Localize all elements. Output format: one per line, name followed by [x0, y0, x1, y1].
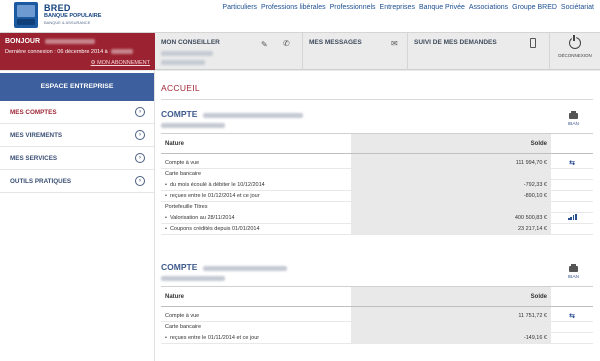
table-row[interactable]: Compte à vue 11 751,72 € ⇆: [161, 310, 593, 322]
chevron-right-icon: ›: [135, 153, 145, 163]
masked-username: [44, 38, 95, 44]
page-title: ACCUEIL: [161, 83, 200, 93]
iban-button[interactable]: IBAN: [568, 111, 579, 127]
masked-advisor-contact: [161, 59, 205, 65]
mobile-icon: [530, 38, 536, 48]
brand-subname: BANQUE POPULAIRE: [44, 13, 102, 19]
table-row[interactable]: Compte à vue 111 994,70 € ⇆: [161, 157, 593, 169]
chevron-right-icon: ›: [135, 107, 145, 117]
print-icon: [568, 264, 578, 272]
main-content: ACCUEIL COMPTE IBAN Nature Solde Compte …: [155, 71, 600, 361]
chart-bars-icon[interactable]: [568, 214, 577, 220]
requests-section[interactable]: SUIVI DE MES DEMANDES: [408, 33, 550, 70]
requests-title: SUIVI DE MES DEMANDES: [414, 39, 497, 46]
top-nav: Particuliers Professions libérales Profe…: [222, 4, 594, 11]
sidebar-item-mes-virements[interactable]: MES VIREMENTS ›: [0, 124, 154, 147]
table-row: Carte bancaire: [161, 321, 593, 333]
topnav-groupe-bred[interactable]: Groupe BRED: [512, 4, 557, 11]
topnav-professions-liberales[interactable]: Professions libérales: [261, 4, 326, 11]
table-row: Carte bancaire: [161, 168, 593, 180]
account-card: COMPTE IBAN Nature Solde Compte à vue 11…: [161, 109, 593, 235]
user-header: BONJOUR Dernière connexion : 06 décembre…: [0, 32, 600, 70]
topnav-particuliers[interactable]: Particuliers: [222, 4, 257, 11]
sidebar-item-outils-pratiques[interactable]: OUTILS PRATIQUES ›: [0, 170, 154, 193]
table-row: Portefeuille Titres: [161, 201, 593, 213]
table-header: Nature Solde: [161, 286, 593, 307]
account-card: COMPTE IBAN Nature Solde Compte à vue 11…: [161, 262, 593, 344]
title-divider: [161, 99, 593, 100]
sidebar-item-mes-services[interactable]: MES SERVICES ›: [0, 147, 154, 170]
brand-text: BRED BANQUE POPULAIRE BANQUE & ASSURANCE: [44, 4, 101, 25]
iban-button[interactable]: IBAN: [568, 264, 579, 280]
table-row[interactable]: du mois écoulé à débiter le 10/12/2014 -…: [161, 179, 593, 191]
phone-icon[interactable]: ✆: [283, 39, 290, 48]
transfer-icon[interactable]: ⇆: [569, 313, 575, 320]
account-table: Nature Solde Compte à vue 111 994,70 € ⇆…: [161, 133, 593, 235]
sidebar: ESPACE ENTREPRISE MES COMPTES › MES VIRE…: [0, 71, 155, 361]
account-header: COMPTE IBAN: [161, 262, 593, 286]
account-title: COMPTE: [161, 109, 198, 119]
col-solde: Solde: [351, 286, 551, 307]
top-bar: BRED BANQUE POPULAIRE BANQUE & ASSURANCE…: [0, 0, 600, 32]
bred-logo[interactable]: [14, 2, 38, 28]
chevron-right-icon: ›: [135, 130, 145, 140]
brand-tagline: BANQUE & ASSURANCE: [44, 19, 91, 25]
sidebar-item-mes-comptes[interactable]: MES COMPTES ›: [0, 101, 154, 124]
logout-button[interactable]: DÉCONNEXION: [550, 33, 600, 70]
topnav-entreprises[interactable]: Entreprises: [380, 4, 415, 11]
power-icon: [569, 35, 581, 49]
masked-account-number: [161, 276, 225, 281]
transfer-icon[interactable]: ⇆: [569, 160, 575, 167]
table-row[interactable]: reçues entre le 01/12/2014 et ce jour -8…: [161, 190, 593, 202]
masked-account-name: [203, 265, 288, 271]
topnav-banque-privee[interactable]: Banque Privée: [419, 4, 465, 11]
topnav-professionnels[interactable]: Professionnels: [330, 4, 376, 11]
table-row[interactable]: reçues entre le 01/11/2014 et ce jour -1…: [161, 332, 593, 344]
account-header: COMPTE IBAN: [161, 109, 593, 133]
greeting-panel: BONJOUR Dernière connexion : 06 décembre…: [0, 33, 155, 70]
account-title: COMPTE: [161, 262, 198, 272]
table-row[interactable]: Coupons crédités depuis 01/01/2014 23 21…: [161, 223, 593, 235]
topnav-societariat[interactable]: Sociétariat: [561, 4, 594, 11]
col-solde: Solde: [351, 133, 551, 154]
logout-label: DÉCONNEXION: [558, 53, 592, 58]
advisor-section[interactable]: MON CONSEILLER ✎ ✆: [155, 33, 303, 70]
advisor-title: MON CONSEILLER: [161, 39, 220, 46]
masked-account-number: [161, 123, 225, 128]
col-nature: Nature: [161, 286, 351, 307]
table-header: Nature Solde: [161, 133, 593, 154]
masked-time: [111, 49, 134, 55]
chevron-right-icon: ›: [135, 176, 145, 186]
messages-title: MES MESSAGES: [309, 39, 362, 46]
topnav-associations[interactable]: Associations: [469, 4, 508, 11]
last-connection: Dernière connexion : 06 décembre 2014 à: [5, 49, 150, 55]
greeting-text: BONJOUR: [5, 38, 150, 45]
print-icon: [568, 111, 578, 119]
masked-advisor-name: [161, 50, 213, 56]
gear-icon: ⚙: [90, 60, 96, 66]
sidebar-title: ESPACE ENTREPRISE: [0, 73, 154, 101]
brand-name: BRED: [44, 3, 71, 13]
edit-icon[interactable]: ✎: [261, 40, 268, 49]
masked-account-name: [203, 112, 304, 118]
messages-section[interactable]: MES MESSAGES ✉: [303, 33, 408, 70]
col-nature: Nature: [161, 133, 351, 154]
mail-icon: ✉: [391, 39, 398, 48]
table-row[interactable]: Valorisation au 28/11/2014 400 500,83 €: [161, 212, 593, 224]
account-table: Nature Solde Compte à vue 11 751,72 € ⇆ …: [161, 286, 593, 344]
subscription-link[interactable]: ⚙ MON ABONNEMENT: [91, 60, 150, 66]
